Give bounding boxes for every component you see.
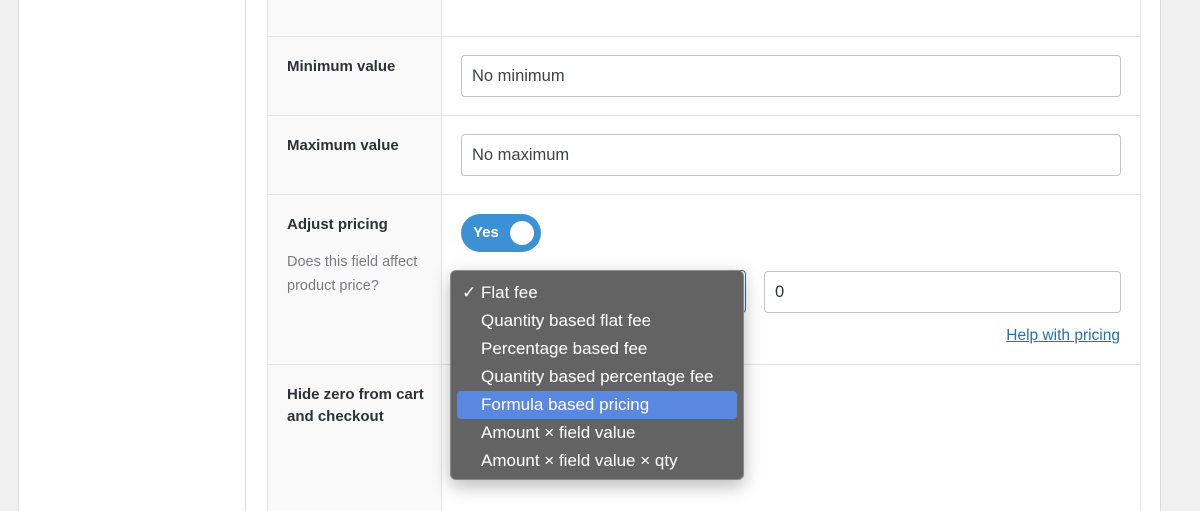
dropdown-option-quantity-flat-fee[interactable]: Quantity based flat fee [457, 307, 737, 335]
option-label: Amount × field value × qty [481, 451, 678, 470]
option-label: Amount × field value [481, 423, 636, 442]
hide-zero-label: Hide zero from cart and checkout [287, 386, 424, 425]
minimum-value-label: Minimum value [287, 58, 396, 75]
option-label: Flat fee [481, 283, 538, 302]
dropdown-option-percentage-fee[interactable]: Percentage based fee [457, 335, 737, 363]
minimum-value-placeholder: No minimum [472, 67, 565, 85]
maximum-value-placeholder: No maximum [472, 146, 570, 164]
help-with-pricing-link[interactable]: Help with pricing [1006, 327, 1120, 345]
maximum-value-label: Maximum value [287, 137, 399, 154]
left-sidebar-panel [18, 0, 246, 511]
maximum-value-input[interactable]: No maximum [461, 134, 1121, 176]
toggle-knob [510, 221, 534, 245]
adjust-pricing-description: Does this field affect product price? [287, 254, 418, 294]
option-label: Percentage based fee [481, 339, 648, 358]
dropdown-option-quantity-percentage-fee[interactable]: Quantity based percentage fee [457, 363, 737, 391]
dropdown-option-amount-field-value-qty[interactable]: Amount × field value × qty [457, 447, 737, 475]
adjust-pricing-toggle[interactable]: Yes [461, 214, 541, 252]
minimum-value-input[interactable]: No minimum [461, 55, 1121, 97]
adjust-pricing-label: Adjust pricing [287, 216, 388, 233]
toggle-label: Yes [473, 224, 499, 241]
option-label: Formula based pricing [481, 395, 650, 414]
option-label: Quantity based flat fee [481, 311, 652, 330]
pricing-type-dropdown-menu: ✓ Flat fee Quantity based flat fee Perce… [450, 270, 744, 480]
option-label: Quantity based percentage fee [481, 367, 714, 386]
row-divider [267, 115, 1141, 116]
row-divider [267, 194, 1141, 195]
checkmark-icon: ✓ [462, 283, 477, 302]
dropdown-option-amount-field-value[interactable]: Amount × field value [457, 419, 737, 447]
row-divider [267, 36, 1141, 37]
dropdown-option-flat-fee[interactable]: ✓ Flat fee [457, 279, 737, 307]
pricing-amount-input[interactable]: 0 [764, 271, 1121, 313]
dropdown-option-formula-pricing[interactable]: Formula based pricing [457, 391, 737, 419]
pricing-amount-value: 0 [775, 283, 785, 301]
